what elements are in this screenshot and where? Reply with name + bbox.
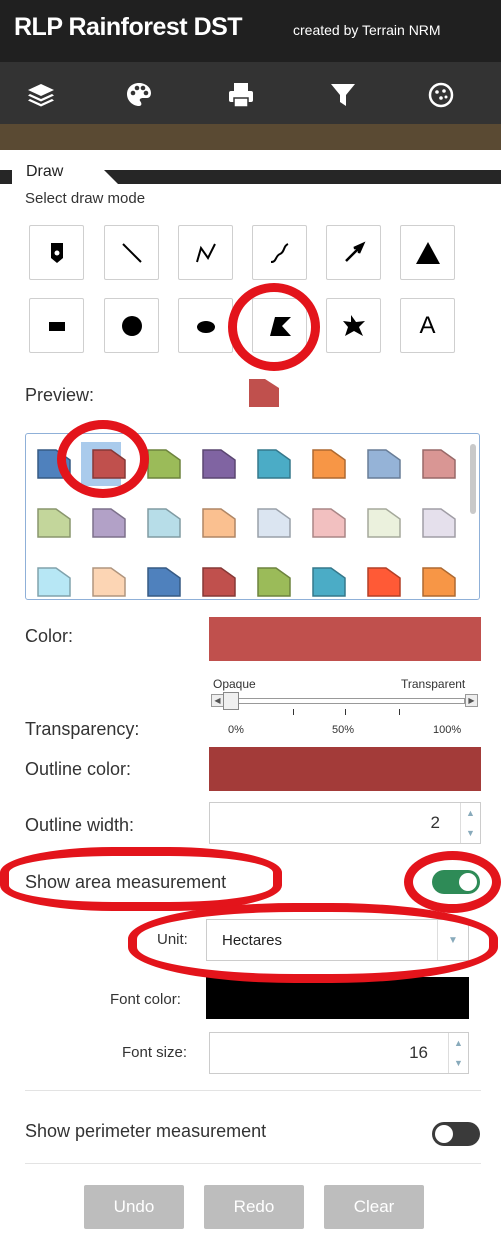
ellipse-tool-button[interactable] [178, 298, 233, 353]
unit-label: Unit: [157, 931, 188, 948]
font-size-label: Font size: [122, 1044, 188, 1061]
swatch-option[interactable] [366, 505, 402, 541]
swatch-option[interactable] [201, 564, 237, 600]
fill-color-picker[interactable] [209, 617, 481, 661]
swatch-option[interactable] [421, 505, 457, 541]
point-tool-button[interactable] [29, 225, 84, 280]
outline-width-value: 2 [430, 813, 440, 832]
swatch-scrollbar[interactable] [470, 444, 476, 514]
swatch-option[interactable] [311, 564, 347, 600]
slider-max-label: Transparent [401, 677, 466, 691]
slider-tick [399, 709, 400, 715]
swatch-option[interactable] [201, 505, 237, 541]
swatch-option[interactable] [146, 505, 182, 541]
clear-button[interactable]: Clear [324, 1185, 424, 1229]
spin-up-icon[interactable]: ▲ [461, 803, 480, 823]
triangle-tool-button[interactable] [400, 225, 455, 280]
swatch-option[interactable] [421, 446, 457, 482]
app-credit: created by Terrain NRM [293, 22, 441, 38]
swatch-option[interactable] [421, 564, 457, 600]
perimeter-measurement-label: Show perimeter measurement [25, 1121, 267, 1141]
divider [25, 1090, 481, 1091]
outline-color-label: Outline color: [25, 759, 132, 779]
swatch-option[interactable] [146, 564, 182, 600]
polyline-tool-button[interactable] [178, 225, 233, 280]
preview-label: Preview: [25, 385, 95, 405]
slider-tick [293, 709, 294, 715]
swatch-option[interactable] [36, 446, 72, 482]
toggle-knob [435, 1125, 453, 1143]
slider-tick-label: 100% [433, 724, 462, 736]
font-size-spinner[interactable]: ▲ ▼ [448, 1033, 468, 1073]
slider-tick-label: 50% [332, 724, 355, 736]
spin-down-icon[interactable]: ▼ [449, 1053, 468, 1073]
swatch-option[interactable] [311, 446, 347, 482]
preview-shape-icon [249, 379, 279, 407]
slider-thumb[interactable] [223, 692, 239, 710]
outline-width-spinner[interactable]: ▲ ▼ [460, 803, 480, 843]
polygon-tool-button[interactable] [252, 298, 307, 353]
toggle-knob [459, 873, 477, 891]
tab-draw-label: Draw [26, 163, 64, 180]
swatch-option[interactable] [256, 446, 292, 482]
arrow-tool-button[interactable] [326, 225, 381, 280]
spin-down-icon[interactable]: ▼ [461, 823, 480, 843]
outline-color-picker[interactable] [209, 747, 481, 791]
chevron-down-icon[interactable]: ▼ [437, 920, 468, 960]
app-title: RLP Rainforest DST [14, 13, 243, 41]
font-size-value: 16 [409, 1043, 428, 1062]
font-color-label: Font color: [110, 991, 181, 1008]
divider [25, 1163, 481, 1164]
text-tool-label: A [419, 311, 436, 339]
slider-track [225, 698, 465, 704]
symbol-swatch-panel [25, 433, 480, 600]
map-strip [0, 124, 501, 150]
filter-icon[interactable] [326, 78, 360, 112]
swatch-option[interactable] [311, 505, 347, 541]
text-tool-button[interactable]: A [400, 298, 455, 353]
redo-button[interactable]: Redo [204, 1185, 304, 1229]
rectangle-tool-button[interactable] [29, 298, 84, 353]
slider-tick [345, 709, 346, 715]
swatch-option[interactable] [36, 564, 72, 600]
area-measurement-label: Show area measurement [25, 872, 227, 892]
circle-tool-button[interactable] [104, 298, 159, 353]
perimeter-measurement-toggle[interactable] [432, 1122, 480, 1146]
font-size-input[interactable]: 16 ▲ ▼ [209, 1032, 469, 1074]
undo-button[interactable]: Undo [84, 1185, 184, 1229]
swatch-option[interactable] [146, 446, 182, 482]
unit-select[interactable]: Hectares ▼ [206, 919, 469, 961]
swatch-option[interactable] [366, 564, 402, 600]
line-tool-button[interactable] [104, 225, 159, 280]
swatch-option[interactable] [366, 446, 402, 482]
analysis-icon[interactable] [424, 78, 458, 112]
font-color-picker[interactable] [206, 977, 469, 1019]
palette-icon[interactable] [122, 78, 156, 112]
layers-icon[interactable] [24, 78, 58, 112]
unit-value: Hectares [222, 932, 283, 949]
outline-width-input[interactable]: 2 ▲ ▼ [209, 802, 481, 844]
swatch-option[interactable] [36, 505, 72, 541]
color-label: Color: [25, 626, 74, 646]
select-mode-label: Select draw mode [25, 190, 146, 207]
freehand-polygon-tool-button[interactable] [326, 298, 381, 353]
slider-right-arrow-icon[interactable]: ▶ [465, 694, 478, 707]
swatch-option[interactable] [91, 505, 127, 541]
print-icon[interactable] [224, 78, 258, 112]
swatch-option[interactable] [91, 564, 127, 600]
swatch-option[interactable] [256, 564, 292, 600]
freehand-polyline-tool-button[interactable] [252, 225, 307, 280]
swatch-option[interactable] [91, 446, 127, 482]
spin-up-icon[interactable]: ▲ [449, 1033, 468, 1053]
transparency-slider[interactable]: ◀ ▶ [211, 692, 478, 710]
slider-tick-label: 0% [228, 724, 244, 736]
area-measurement-toggle[interactable] [432, 870, 480, 894]
swatch-option[interactable] [201, 446, 237, 482]
swatch-option[interactable] [256, 505, 292, 541]
outline-width-label: Outline width: [25, 815, 135, 835]
transparency-label: Transparency: [25, 719, 140, 739]
slider-min-label: Opaque [213, 677, 256, 691]
